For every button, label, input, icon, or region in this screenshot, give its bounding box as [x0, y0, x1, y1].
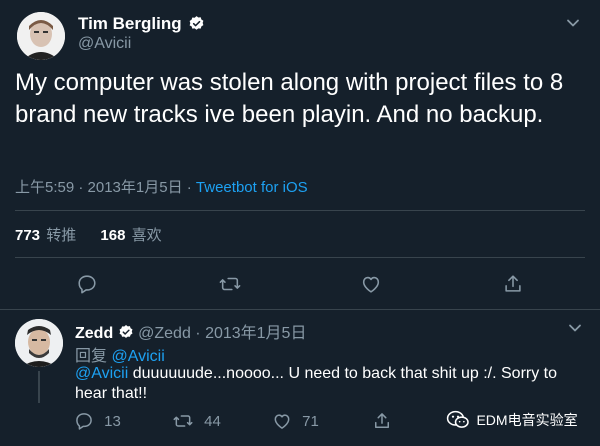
chevron-down-icon[interactable] — [567, 320, 583, 336]
retweet-count: 44 — [204, 412, 221, 430]
reply-text-line1: duuuuuude...noooo... U need to back that… — [128, 365, 558, 382]
avatar[interactable] — [17, 12, 65, 60]
tweet-stats: 773 转推 168 喜欢 — [15, 224, 162, 245]
divider — [15, 210, 585, 211]
reply-avatar[interactable] — [15, 319, 63, 367]
author-name-row: Tim Bergling — [78, 14, 205, 34]
tweet-text: My computer was stolen along with projec… — [15, 69, 564, 128]
reply-action-retweet[interactable]: 44 — [172, 411, 221, 431]
thread-line — [38, 371, 40, 403]
verified-icon — [189, 15, 204, 30]
divider — [15, 257, 585, 258]
likes-label[interactable]: 喜欢 — [132, 227, 162, 244]
replying-to-link[interactable]: @Avicii — [111, 348, 164, 365]
retweets-count[interactable]: 773 — [15, 227, 40, 244]
heart-icon[interactable] — [360, 273, 382, 295]
reply-text-line2: hear that!! — [75, 385, 148, 402]
retweet-icon — [173, 415, 193, 427]
reply-action-reply[interactable]: 13 — [74, 411, 121, 431]
mention-link[interactable]: @Avicii — [75, 365, 128, 382]
likes-count[interactable]: 168 — [100, 227, 125, 244]
wechat-icon — [446, 410, 469, 428]
chevron-down-icon[interactable] — [565, 15, 581, 31]
retweet-icon[interactable] — [218, 273, 242, 295]
reply-action-like[interactable]: 71 — [272, 411, 319, 431]
replying-to-label: 回复 — [75, 348, 112, 365]
retweets-label[interactable]: 转推 — [46, 227, 76, 244]
tweet-timestamp[interactable]: 上午5:59 · 2013年1月5日 · — [15, 179, 196, 196]
watermark-text: EDM电音实验室 — [476, 412, 578, 428]
heart-icon — [274, 414, 290, 429]
reply-icon — [76, 413, 92, 430]
reply-author-name[interactable]: Zedd — [75, 325, 113, 342]
tweet-timestamp-row: 上午5:59 · 2013年1月5日 · Tweetbot for iOS — [15, 176, 308, 197]
reply-text: @Avicii duuuuuude...noooo... U need to b… — [75, 364, 585, 404]
watermark: EDM电音实验室 — [446, 410, 578, 432]
divider — [0, 309, 600, 310]
reply-count: 13 — [104, 412, 121, 430]
reply-date[interactable]: · 2013年1月5日 — [191, 325, 306, 342]
author-name[interactable]: Tim Bergling — [78, 14, 182, 33]
share-icon[interactable] — [372, 411, 392, 431]
author-handle[interactable]: @Avicii — [78, 35, 131, 53]
share-icon[interactable] — [502, 273, 524, 295]
reply-header: Zedd @Zedd · 2013年1月5日 — [75, 319, 306, 343]
reply-icon[interactable] — [76, 273, 98, 295]
verified-icon — [119, 325, 133, 339]
like-count: 71 — [302, 412, 319, 430]
tweet-source-link[interactable]: Tweetbot for iOS — [196, 179, 308, 196]
replying-to: 回复 @Avicii — [75, 342, 165, 366]
reply-author-handle[interactable]: @Zedd — [138, 325, 191, 342]
